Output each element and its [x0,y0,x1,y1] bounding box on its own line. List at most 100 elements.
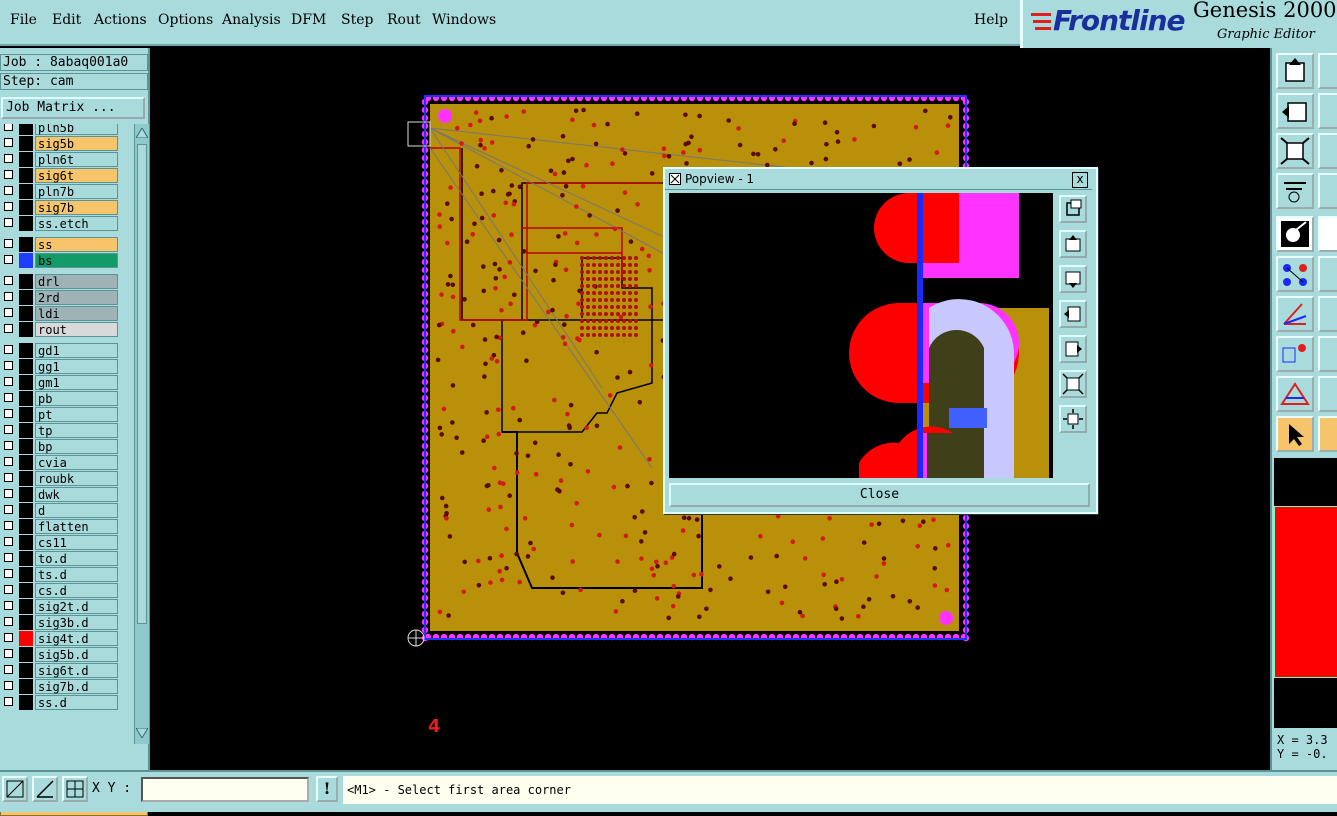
layer-row-sig5b[interactable]: sig5b [0,136,132,151]
layer-color-swatch[interactable] [19,216,33,231]
popview-tool-2[interactable] [1059,230,1087,258]
layer-checkbox[interactable] [4,425,13,434]
layer-checkbox[interactable] [4,649,13,658]
layer-color-swatch[interactable] [19,455,33,470]
layer-name[interactable]: to.d [35,551,118,566]
layer-color-swatch[interactable] [19,439,33,454]
layer-color-swatch[interactable] [19,306,33,321]
tool-filter[interactable] [1276,173,1314,209]
layer-checkbox[interactable] [4,457,13,466]
layer-row-flatten[interactable]: flatten [0,519,132,534]
xy-input[interactable] [141,777,309,802]
tool-select-area[interactable] [1318,416,1337,452]
layer-checkbox[interactable] [4,585,13,594]
layer-checkbox-cell[interactable] [0,391,19,406]
layer-row-sig7b-d[interactable]: sig7b.d [0,679,132,694]
layer-name[interactable]: tp [35,423,118,438]
layer-row-sig6t[interactable]: sig6t [0,168,132,183]
menu-actions[interactable]: Actions [94,12,147,28]
menu-analysis[interactable]: Analysis [222,12,281,28]
layer-checkbox-cell[interactable] [0,503,19,518]
layer-checkbox[interactable] [4,138,13,147]
layer-name[interactable]: ldi [35,306,118,321]
layer-checkbox[interactable] [4,697,13,706]
layer-name[interactable]: pt [35,407,118,422]
tool-zoom-fit[interactable] [1276,133,1314,169]
layer-checkbox[interactable] [4,255,13,264]
layer-checkbox[interactable] [4,239,13,248]
layer-checkbox[interactable] [4,202,13,211]
layer-checkbox[interactable] [4,521,13,530]
layer-color-swatch[interactable] [19,647,33,662]
layer-row-d[interactable]: d [0,503,132,518]
layer-checkbox-cell[interactable] [0,455,19,470]
layer-checkbox[interactable] [4,308,13,317]
layer-checkbox[interactable] [4,393,13,402]
layer-row-rout[interactable]: rout [0,322,132,337]
popview-tool-5[interactable] [1059,335,1087,363]
layer-row-pln6t[interactable]: pln6t [0,152,132,167]
layer-name[interactable]: pln6t [35,152,118,167]
layer-name[interactable]: cs.d [35,583,118,598]
layer-name[interactable]: sig6t.d [35,663,118,678]
layer-checkbox[interactable] [4,345,13,354]
layer-checkbox-cell[interactable] [0,136,19,151]
scroll-up-icon[interactable] [136,128,148,138]
layer-checkbox-cell[interactable] [0,487,19,502]
layer-row-pln5b[interactable]: pln5b [0,124,132,135]
layer-checkbox-cell[interactable] [0,184,19,199]
layer-name[interactable]: sig6t [35,168,118,183]
layer-row-pt[interactable]: pt [0,407,132,422]
zoom-in-button[interactable] [2,776,28,802]
tool-snap[interactable] [1318,173,1337,209]
layer-row-sig5b-d[interactable]: sig5b.d [0,647,132,662]
layer-name[interactable]: ss [35,237,118,252]
layer-checkbox-cell[interactable] [0,216,19,231]
layer-checkbox-cell[interactable] [0,647,19,662]
popview-tool-3[interactable] [1059,265,1087,293]
layer-name[interactable]: bs [35,253,118,268]
layer-checkbox-cell[interactable] [0,237,19,252]
layer-color-swatch[interactable] [19,519,33,534]
layer-checkbox[interactable] [4,537,13,546]
layer-name[interactable]: sig5b.d [35,647,118,662]
layer-row-ts-d[interactable]: ts.d [0,567,132,582]
layer-checkbox-cell[interactable] [0,306,19,321]
layer-checkbox[interactable] [4,218,13,227]
layer-checkbox-cell[interactable] [0,679,19,694]
layer-color-swatch[interactable] [19,136,33,151]
layer-checkbox-cell[interactable] [0,599,19,614]
layer-color-swatch[interactable] [19,322,33,337]
layer-checkbox-cell[interactable] [0,567,19,582]
layer-checkbox-cell[interactable] [0,551,19,566]
menu-file[interactable]: File [10,12,37,28]
layer-row-2rd[interactable]: 2rd [0,290,132,305]
layer-row-roubk[interactable]: roubk [0,471,132,486]
layer-name[interactable]: pln7b [35,184,118,199]
layer-name[interactable]: sig7b [35,200,118,215]
layer-scrollbar[interactable] [134,124,149,744]
layer-name[interactable]: sig7b.d [35,679,118,694]
layer-checkbox[interactable] [4,409,13,418]
layer-checkbox-cell[interactable] [0,359,19,374]
layer-checkbox[interactable] [4,665,13,674]
layer-row-sig4t-d[interactable]: sig4t.d [0,631,132,646]
layer-name[interactable]: flatten [35,519,118,534]
layer-name[interactable]: dwk [35,487,118,502]
layer-color-swatch[interactable] [19,631,33,646]
layer-name[interactable]: sig2t.d [35,599,118,614]
layer-row-drl[interactable]: drl [0,274,132,289]
layer-checkbox[interactable] [4,361,13,370]
layer-row-sig2t-d[interactable]: sig2t.d [0,599,132,614]
layer-color-swatch[interactable] [19,343,33,358]
layer-color-swatch[interactable] [19,407,33,422]
layer-color-swatch[interactable] [19,503,33,518]
popview-canvas[interactable] [669,193,1053,478]
layer-name[interactable]: sig4t.d [35,631,118,646]
layer-checkbox-cell[interactable] [0,631,19,646]
popview-tool-7[interactable] [1059,405,1087,433]
tool-pan-left[interactable] [1276,93,1314,129]
layer-checkbox-cell[interactable] [0,124,19,135]
layer-checkbox-cell[interactable] [0,695,19,710]
layer-checkbox-cell[interactable] [0,152,19,167]
